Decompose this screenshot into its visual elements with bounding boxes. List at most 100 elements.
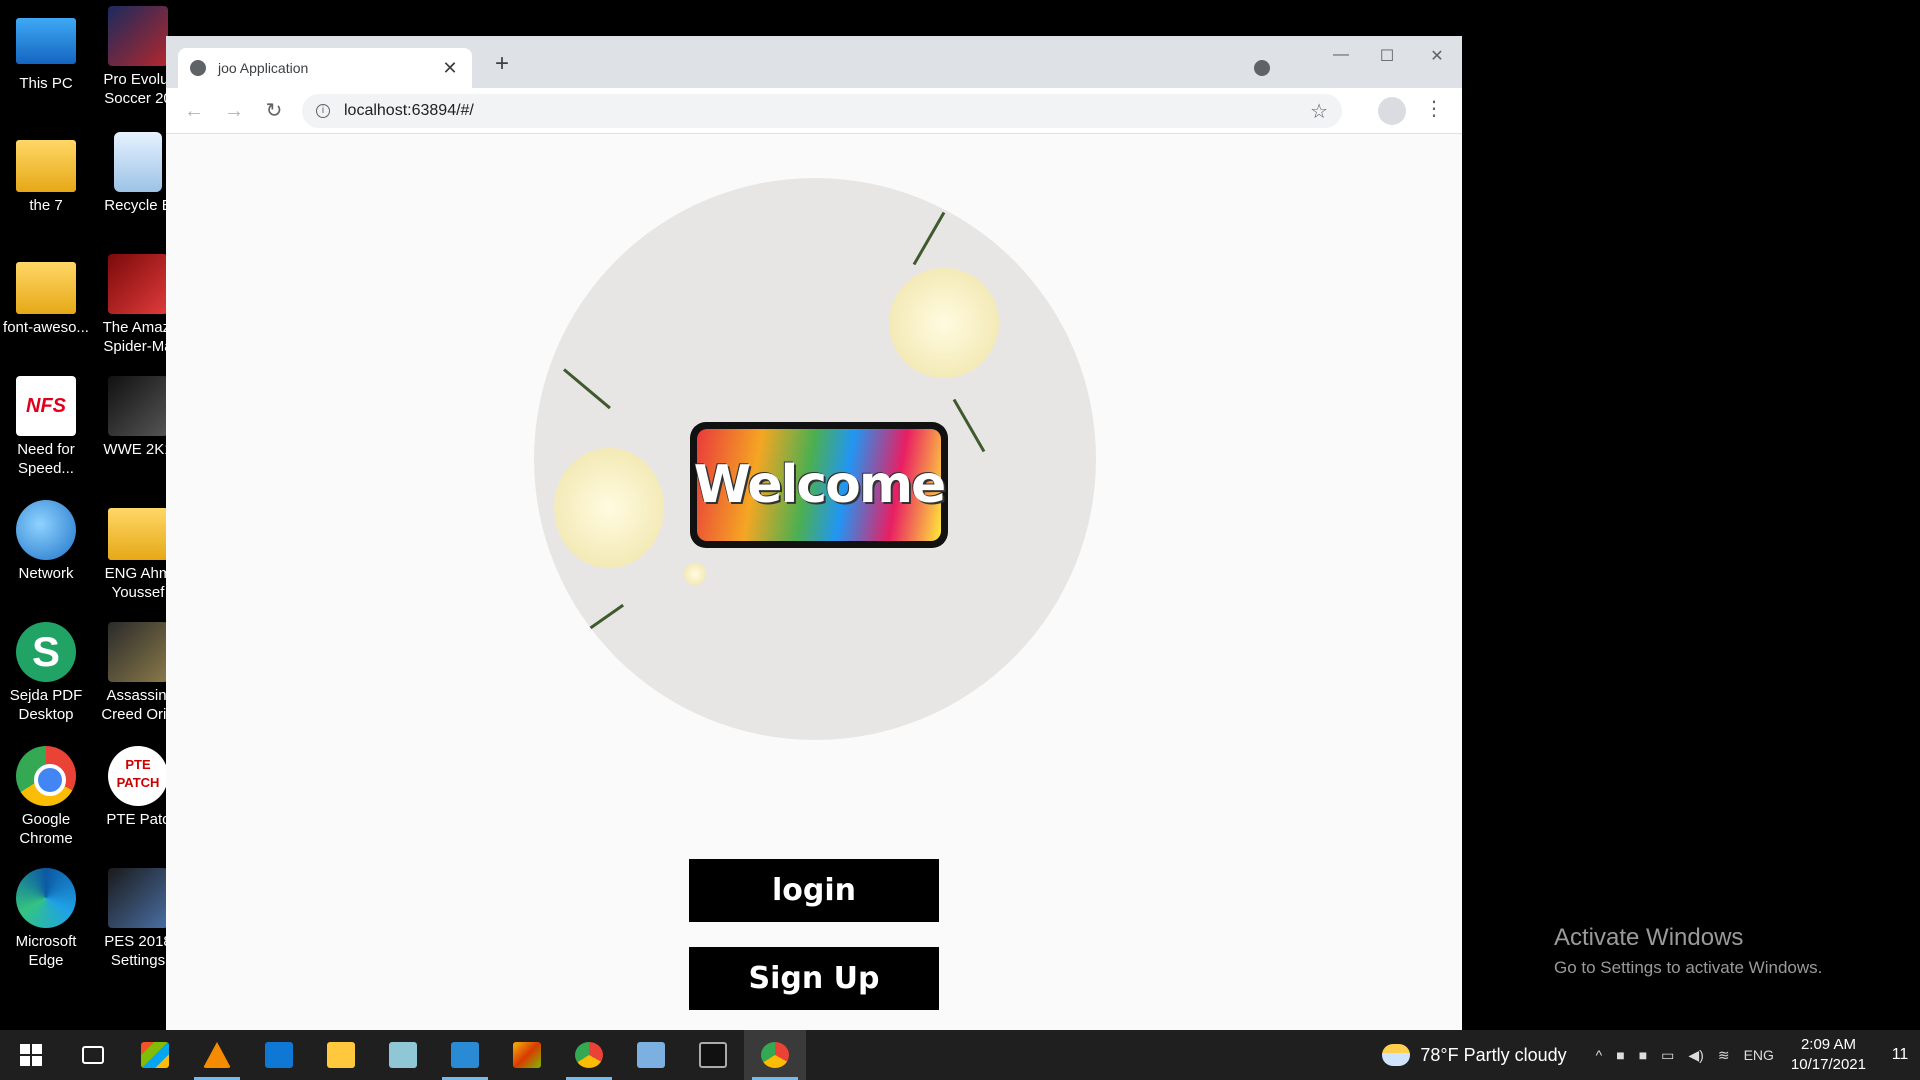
- globe-icon: [190, 60, 206, 76]
- desktop-icon-font-awesome[interactable]: font-aweso...: [0, 254, 92, 337]
- language-indicator[interactable]: ENG: [1744, 1047, 1774, 1063]
- virtualbox-icon: [637, 1042, 665, 1068]
- flower-decoration: [889, 268, 999, 378]
- back-button[interactable]: ←: [180, 97, 208, 125]
- flower-decoration: [684, 563, 706, 585]
- browser-toolbar: ← → ↻ i localhost:63894/#/ ☆ ⋮: [166, 88, 1462, 134]
- desktop-icon-this-pc[interactable]: This PC: [0, 10, 92, 93]
- login-button[interactable]: login: [689, 859, 939, 922]
- task-view-icon: [82, 1046, 104, 1064]
- taskbar-file-explorer[interactable]: [310, 1030, 372, 1080]
- edge-icon: [16, 868, 76, 928]
- activate-windows-title: Activate Windows: [1554, 924, 1744, 951]
- tab-search-icon[interactable]: [1254, 60, 1270, 76]
- tray-overflow-icon[interactable]: ^: [1596, 1047, 1603, 1063]
- desktop-icon-label: font-aweso...: [3, 319, 89, 336]
- profile-avatar[interactable]: [1378, 97, 1406, 125]
- desktop-icon-the-7[interactable]: the 7: [0, 132, 92, 215]
- network-icon: [16, 500, 76, 560]
- taskbar-virtualbox[interactable]: [620, 1030, 682, 1080]
- chrome-icon: [16, 746, 76, 806]
- mail-icon: [265, 1042, 293, 1068]
- desktop-icon-label: Sejda PDF Desktop: [9, 687, 83, 723]
- start-button[interactable]: [0, 1030, 62, 1080]
- new-tab-button[interactable]: +: [488, 50, 516, 78]
- taskbar-vscode[interactable]: [434, 1030, 496, 1080]
- browser-menu-icon[interactable]: ⋮: [1424, 96, 1444, 121]
- store-icon: [141, 1042, 169, 1068]
- weather-widget[interactable]: 78°F Partly cloudy: [1382, 1044, 1567, 1066]
- taskbar: 78°F Partly cloudy ^ ■ ■ ▭ ◀) ≋ ENG 2:09…: [0, 1030, 1920, 1080]
- desktop-icon-label: Need for Speed...: [17, 441, 75, 477]
- weather-text: 78°F Partly cloudy: [1420, 1044, 1567, 1065]
- desktop-icon-sejda-pdf[interactable]: S Sejda PDF Desktop: [0, 622, 92, 724]
- bookmark-star-icon[interactable]: ☆: [1310, 99, 1328, 124]
- sign-up-button[interactable]: Sign Up: [689, 947, 939, 1010]
- reload-button[interactable]: ↻: [260, 97, 288, 125]
- taskbar-chrome[interactable]: [744, 1030, 806, 1080]
- nfs-icon: NFS: [16, 376, 76, 436]
- taskbar-office[interactable]: [496, 1030, 558, 1080]
- taskbar-terminal[interactable]: [682, 1030, 744, 1080]
- welcome-text: Welcome: [693, 455, 947, 515]
- system-tray: 78°F Partly cloudy ^ ■ ■ ▭ ◀) ≋ ENG 2:09…: [1382, 1030, 1920, 1080]
- office-icon: [513, 1042, 541, 1068]
- tab-title: joo Application: [218, 60, 309, 76]
- minimize-button[interactable]: —: [1318, 46, 1364, 64]
- welcome-phone: Welcome: [690, 422, 948, 548]
- notification-count: 11: [1891, 1046, 1909, 1063]
- leaf-decoration: [952, 398, 986, 453]
- folder-icon: [327, 1042, 355, 1068]
- partly-cloudy-icon: [1382, 1044, 1411, 1066]
- leaf-decoration: [573, 603, 625, 641]
- close-window-button[interactable]: ✕: [1414, 46, 1460, 66]
- clock-date: 10/17/2021: [1790, 1056, 1866, 1073]
- game-icon: [108, 254, 168, 314]
- computer-icon: [16, 18, 76, 64]
- game-icon: [108, 376, 168, 436]
- wifi-icon[interactable]: ≋: [1718, 1047, 1730, 1064]
- browser-window: joo Application ✕ + — ☐ ✕ ← → ↻ i localh…: [166, 36, 1462, 1030]
- info-icon[interactable]: i: [316, 104, 330, 118]
- windows-logo-icon: [20, 1044, 42, 1066]
- notes-icon: [389, 1042, 417, 1068]
- sejda-icon: S: [16, 622, 76, 682]
- app-page: Welcome login Sign Up: [166, 134, 1462, 1030]
- tab-strip: joo Application ✕ + — ☐ ✕: [166, 36, 1462, 88]
- battery-icon[interactable]: ▭: [1661, 1047, 1674, 1064]
- maximize-button[interactable]: ☐: [1364, 46, 1410, 66]
- notification-center-button[interactable]: 11: [1880, 1046, 1920, 1064]
- clock-time: 2:09 AM: [1800, 1036, 1856, 1053]
- desktop-icon-microsoft-edge[interactable]: Microsoft Edge: [0, 868, 92, 970]
- task-view-button[interactable]: [62, 1030, 124, 1080]
- taskbar-mail[interactable]: [248, 1030, 310, 1080]
- chrome-icon: [761, 1042, 789, 1068]
- activate-windows-watermark: Activate Windows Go to Settings to activ…: [1554, 924, 1822, 978]
- desktop-icon-need-for-speed[interactable]: NFS Need for Speed...: [0, 376, 92, 478]
- folder-icon: [16, 262, 76, 314]
- desktop-icon-google-chrome[interactable]: Google Chrome: [0, 746, 92, 848]
- tab-joo-application[interactable]: joo Application ✕: [178, 48, 472, 88]
- address-bar[interactable]: i localhost:63894/#/ ☆: [302, 94, 1342, 128]
- welcome-screen: Welcome: [694, 429, 946, 541]
- activate-windows-subtitle: Go to Settings to activate Windows.: [1554, 958, 1823, 977]
- forward-button[interactable]: →: [220, 97, 248, 125]
- desktop-icon-label: Network: [18, 565, 74, 582]
- url-text[interactable]: localhost:63894/#/: [344, 102, 1310, 120]
- chrome-icon: [575, 1042, 603, 1068]
- clock[interactable]: 2:09 AM 10/17/2021: [1791, 1035, 1866, 1075]
- taskbar-vlc[interactable]: [186, 1030, 248, 1080]
- desktop-icon-network[interactable]: Network: [0, 500, 92, 583]
- desktop-icon-label: the 7: [29, 197, 63, 214]
- desktop-icon-label: Microsoft Edge: [15, 933, 77, 969]
- desktop-icon-label: This PC: [19, 75, 73, 92]
- tray-app-icon[interactable]: ■: [1616, 1047, 1624, 1063]
- recycle-bin-icon: [114, 132, 162, 192]
- nvidia-icon[interactable]: ■: [1639, 1047, 1647, 1063]
- taskbar-chrome-profile[interactable]: [558, 1030, 620, 1080]
- taskbar-store[interactable]: [124, 1030, 186, 1080]
- tab-close-icon[interactable]: ✕: [440, 58, 460, 79]
- taskbar-notes[interactable]: [372, 1030, 434, 1080]
- volume-icon[interactable]: ◀): [1688, 1047, 1703, 1064]
- folder-icon: [16, 140, 76, 192]
